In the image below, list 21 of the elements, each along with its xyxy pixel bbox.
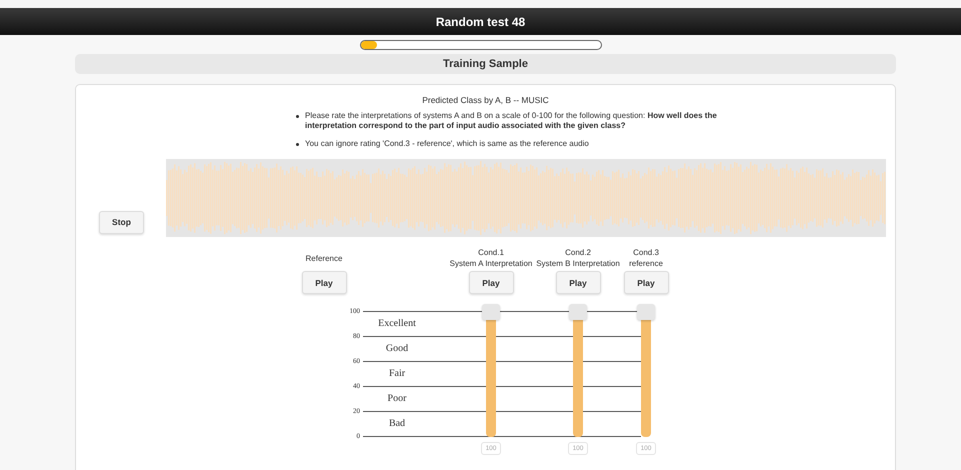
page-title: Random test 48 xyxy=(0,8,961,35)
rating-category-label: Poor xyxy=(386,392,408,404)
play-button[interactable]: Play xyxy=(556,271,600,294)
column-header: Cond.3 reference xyxy=(629,247,663,269)
column-header: Cond.2 System B Interpretation xyxy=(536,247,620,269)
stop-button[interactable]: Stop xyxy=(99,210,144,234)
section-header: Training Sample xyxy=(75,54,896,74)
rating-category-label: Good xyxy=(384,342,410,354)
rating-category-label: Excellent xyxy=(377,318,417,330)
bullet-icon xyxy=(296,115,299,118)
instruction-text: You can ignore rating 'Cond.3 - reference', which is same as the reference audio xyxy=(305,139,589,149)
play-button[interactable]: Play xyxy=(624,271,668,294)
column-header: Reference xyxy=(306,252,342,264)
column-header: Cond.1 System A Interpretation xyxy=(450,247,532,269)
rating-category-label: Fair xyxy=(388,368,406,380)
instruction-title: Predicted Class by A, B -- MUSIC xyxy=(421,95,550,105)
play-button[interactable]: Play xyxy=(302,271,346,294)
rating-category-label: Bad xyxy=(388,418,406,430)
play-button[interactable]: Play xyxy=(468,271,514,294)
bullet-icon xyxy=(296,143,299,146)
instruction-text: Please rate the interpretations of systems A and B on a scale of 0-100 for the following question: How well does the interpretation correspond to the part of input audio associated with the given class? xyxy=(305,111,718,131)
